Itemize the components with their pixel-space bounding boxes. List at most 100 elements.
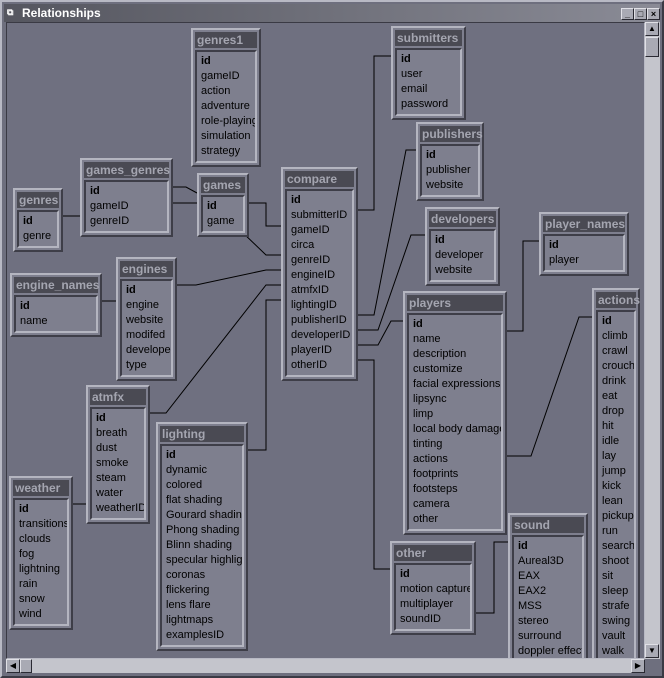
field[interactable]: user — [401, 67, 458, 82]
field[interactable]: flat shading — [166, 493, 240, 508]
field[interactable]: gameID — [201, 69, 253, 84]
field[interactable]: multiplayer — [400, 597, 468, 612]
field-list[interactable]: id publisher website — [420, 144, 480, 197]
field[interactable]: website — [435, 263, 492, 278]
table-player-names[interactable]: player_names id player — [539, 212, 629, 276]
field[interactable]: footsteps — [413, 482, 499, 497]
field[interactable]: specular highlight — [166, 553, 242, 568]
field-list[interactable]: id name — [14, 295, 98, 333]
table-engine-names[interactable]: engine_namesid name — [10, 273, 102, 337]
table-title[interactable]: player_names — [543, 216, 625, 232]
field[interactable]: genreID — [291, 253, 350, 268]
table-title[interactable]: engines — [120, 261, 173, 277]
field-list[interactable]: id dynamic colored flat shading Gourard shad… — [160, 444, 244, 647]
scroll-up-button[interactable]: ▲ — [645, 22, 659, 36]
field[interactable]: strafe — [602, 599, 632, 614]
table-title[interactable]: genres — [17, 192, 59, 208]
table-title[interactable]: engine_names — [14, 277, 99, 293]
field[interactable]: colored — [166, 478, 240, 493]
field[interactable]: developer — [435, 248, 492, 263]
table-developers[interactable]: developers id developer website — [425, 207, 500, 286]
table-weather[interactable]: weather id transitions clouds fog lightning ra… — [9, 476, 73, 630]
field[interactable]: actions — [413, 452, 499, 467]
field[interactable]: game — [207, 214, 241, 229]
table-players[interactable]: players id name description customize facial … — [403, 291, 507, 535]
field[interactable]: name — [413, 332, 499, 347]
primary-key-field[interactable]: id — [401, 52, 458, 67]
field[interactable]: MSS — [518, 599, 580, 614]
field[interactable]: sit — [602, 569, 632, 584]
field-list[interactable]: id genre — [17, 210, 59, 248]
primary-key-field[interactable]: id — [291, 193, 350, 208]
table-games[interactable]: games id game — [197, 173, 249, 237]
table-engines[interactable]: engines id engine website modifed developer ty… — [116, 257, 177, 381]
field[interactable]: Gourard shading — [166, 508, 242, 523]
field[interactable]: weatherID — [96, 501, 144, 516]
field[interactable]: developer — [126, 343, 171, 358]
field[interactable]: water — [96, 486, 142, 501]
field[interactable]: lay — [602, 449, 632, 464]
field[interactable]: genre — [23, 229, 55, 244]
primary-key-field[interactable]: id — [549, 238, 621, 253]
primary-key-field[interactable]: id — [413, 317, 499, 332]
field[interactable]: run — [602, 524, 632, 539]
field[interactable]: drop — [602, 404, 632, 419]
field[interactable]: smoke — [96, 456, 142, 471]
primary-key-field[interactable]: id — [426, 148, 476, 163]
field[interactable]: other — [413, 512, 499, 527]
field[interactable]: otherID — [291, 358, 350, 373]
field[interactable]: email — [401, 82, 458, 97]
field-list[interactable]: id submitterID gameID circa genreID engineID a… — [285, 189, 354, 377]
table-title[interactable]: lighting — [160, 426, 244, 442]
table-games-genres[interactable]: games_genres id gameID genreID — [80, 158, 173, 237]
field[interactable]: idle — [602, 434, 632, 449]
field[interactable]: gameID — [291, 223, 350, 238]
field[interactable]: playerID — [291, 343, 350, 358]
relationship-line[interactable] — [248, 299, 281, 451]
field[interactable]: sleep — [602, 584, 632, 599]
table-genres1[interactable]: genres1 id gameID action adventure role-playi… — [191, 28, 261, 167]
field[interactable]: pickup — [602, 509, 634, 524]
horizontal-scroll-thumb[interactable] — [20, 659, 32, 673]
field[interactable]: jump — [602, 464, 632, 479]
field[interactable]: modifed — [126, 328, 169, 343]
field[interactable]: stereo — [518, 614, 580, 629]
field-list[interactable]: id engine website modifed developer type — [120, 279, 173, 377]
table-title[interactable]: publishers — [420, 126, 483, 142]
table-title[interactable]: other — [394, 545, 472, 561]
relationship-line[interactable] — [507, 316, 592, 457]
field-list[interactable]: id Aureal3D EAX EAX2 MSS stereo surround dopple… — [512, 535, 584, 658]
field[interactable]: tinting — [413, 437, 499, 452]
relationship-line[interactable] — [507, 240, 539, 332]
field[interactable]: drink — [602, 374, 632, 389]
primary-key-field[interactable]: id — [435, 233, 492, 248]
table-compare[interactable]: compare id submitterID gameID circa genreID en… — [281, 167, 358, 381]
primary-key-field[interactable]: id — [207, 199, 241, 214]
table-actions[interactable]: actions id climb crawl crouch drink eat drop hit… — [592, 288, 640, 658]
field[interactable]: developerID — [291, 328, 350, 343]
field-list[interactable]: id player — [543, 234, 625, 272]
vertical-scrollbar[interactable]: ▲ ▼ — [645, 22, 660, 659]
primary-key-field[interactable]: id — [96, 411, 142, 426]
table-atmfx[interactable]: atmfx id breath dust smoke steam water weatherI… — [86, 385, 150, 524]
field[interactable]: description — [413, 347, 499, 362]
scroll-down-button[interactable]: ▼ — [645, 644, 659, 658]
field-list[interactable]: id game — [201, 195, 245, 233]
field[interactable]: type — [126, 358, 169, 373]
field[interactable]: lipsync — [413, 392, 499, 407]
relationship-line[interactable] — [358, 359, 390, 570]
field[interactable]: steam — [96, 471, 142, 486]
primary-key-field[interactable]: id — [126, 283, 169, 298]
maximize-button[interactable]: □ — [634, 8, 647, 20]
field[interactable]: eat — [602, 389, 632, 404]
table-genres[interactable]: genres id genre — [13, 188, 63, 252]
field[interactable]: walk — [602, 644, 632, 658]
field[interactable]: lean — [602, 494, 632, 509]
field-list[interactable]: id breath dust smoke steam water weatherID — [90, 407, 146, 520]
table-submitters[interactable]: submitters id user email password — [391, 26, 466, 120]
field-list[interactable]: id transitions clouds fog lightning rain snow w… — [13, 498, 69, 626]
table-title[interactable]: atmfx — [90, 389, 146, 405]
primary-key-field[interactable]: id — [400, 567, 468, 582]
close-button[interactable]: × — [647, 8, 660, 20]
field[interactable]: fog — [19, 547, 65, 562]
